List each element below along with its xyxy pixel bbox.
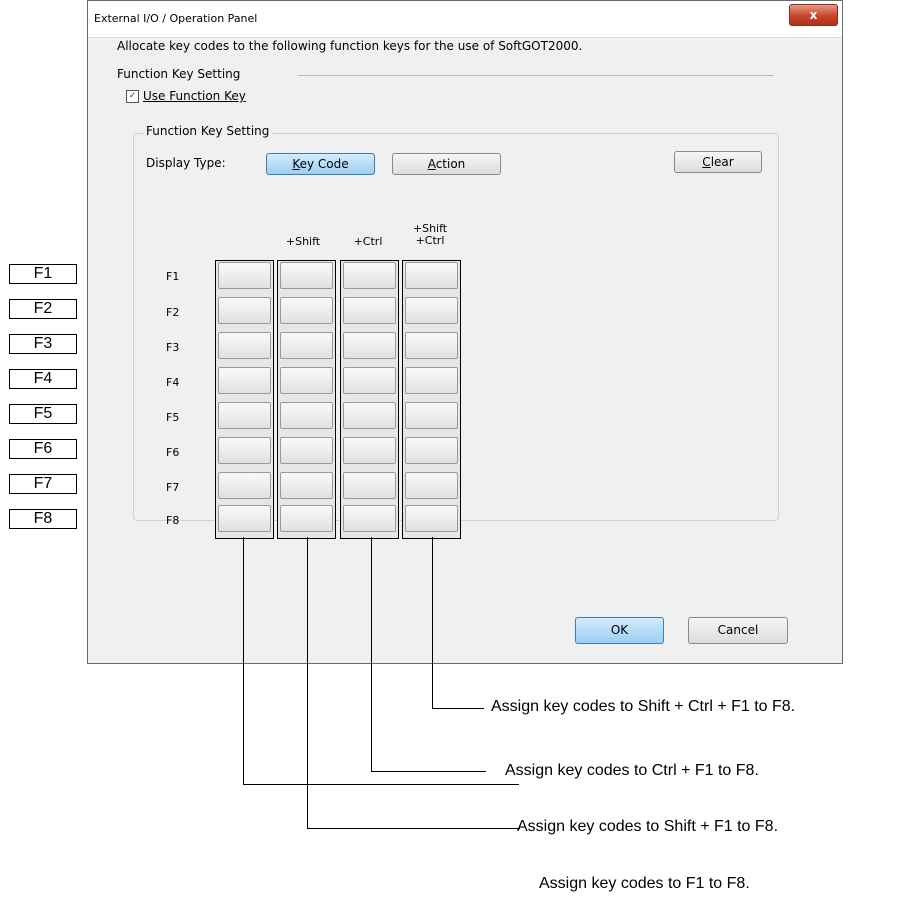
key-button-ctrl-f7[interactable] [343, 472, 396, 499]
row-label-f6: F6 [166, 446, 180, 459]
external-key-f4: F4 [9, 369, 77, 389]
key-button-ctrl-f8[interactable] [343, 505, 396, 532]
key-column-ctrl [340, 260, 399, 539]
callout-line-shift-ctrl-h [432, 708, 484, 709]
key-button-plain-f1[interactable] [218, 262, 271, 289]
key-code-button[interactable]: Key Code [266, 153, 375, 175]
key-column-shift-ctrl [402, 260, 461, 539]
key-column-shift [277, 260, 336, 539]
key-button-shift-f7[interactable] [280, 472, 333, 499]
callout-line-plain-h [243, 784, 519, 785]
key-button-ctrl-f1[interactable] [343, 262, 396, 289]
action-mnemonic: A [427, 157, 436, 171]
key-button-plain-f4[interactable] [218, 367, 271, 394]
ok-button[interactable]: OK [575, 617, 664, 644]
key-button-shift-ctrl-f8[interactable] [405, 505, 458, 532]
key-button-shift-f8[interactable] [280, 505, 333, 532]
clear-label: lear [710, 155, 734, 169]
external-key-f8: F8 [9, 509, 77, 529]
row-label-f7: F7 [166, 481, 180, 494]
row-label-f3: F3 [166, 341, 180, 354]
section-divider [298, 75, 773, 76]
key-button-shift-f3[interactable] [280, 332, 333, 359]
title-bar: External I/O / Operation Panel x [88, 1, 842, 38]
use-function-key-label: Use Function Key [143, 89, 246, 103]
callout-ctrl: Assign key codes to Ctrl + F1 to F8. [505, 762, 759, 779]
row-label-f5: F5 [166, 411, 180, 424]
col-header-shift: +Shift [285, 235, 321, 248]
row-label-f2: F2 [166, 306, 180, 319]
clear-button[interactable]: Clear [674, 151, 762, 173]
callout-line-shift-h [307, 828, 520, 829]
action-label: ction [435, 157, 466, 171]
key-button-shift-ctrl-f2[interactable] [405, 297, 458, 324]
callout-line-ctrl-h [371, 771, 486, 772]
external-key-f7: F7 [9, 474, 77, 494]
key-button-plain-f7[interactable] [218, 472, 271, 499]
instruction-text: Allocate key codes to the following func… [117, 39, 583, 53]
clear-mnemonic: C [702, 155, 711, 169]
key-button-plain-f5[interactable] [218, 402, 271, 429]
key-button-shift-ctrl-f5[interactable] [405, 402, 458, 429]
row-label-f1: F1 [166, 270, 180, 283]
key-button-ctrl-f4[interactable] [343, 367, 396, 394]
key-button-shift-ctrl-f4[interactable] [405, 367, 458, 394]
external-key-f5: F5 [9, 404, 77, 424]
group-label: Function Key Setting [143, 124, 273, 138]
external-io-dialog: External I/O / Operation Panel x Allocat… [87, 0, 843, 664]
action-button[interactable]: Action [392, 153, 501, 175]
checkbox-check-icon[interactable]: ✓ [126, 89, 139, 103]
external-key-f6: F6 [9, 439, 77, 459]
key-button-ctrl-f2[interactable] [343, 297, 396, 324]
close-button[interactable]: x [789, 4, 838, 26]
key-button-shift-f1[interactable] [280, 262, 333, 289]
key-button-shift-ctrl-f6[interactable] [405, 437, 458, 464]
key-button-shift-f6[interactable] [280, 437, 333, 464]
external-key-f3: F3 [9, 334, 77, 354]
display-type-label: Display Type: [146, 156, 226, 170]
section-label: Function Key Setting [117, 67, 241, 81]
row-label-f4: F4 [166, 376, 180, 389]
key-button-shift-ctrl-f1[interactable] [405, 262, 458, 289]
callout-shift: Assign key codes to Shift + F1 to F8. [517, 818, 779, 835]
key-column-plain [215, 260, 274, 539]
callout-line-plain-v [243, 537, 244, 784]
key-button-shift-ctrl-f3[interactable] [405, 332, 458, 359]
callout-shift-ctrl: Assign key codes to Shift + Ctrl + F1 to… [491, 698, 796, 715]
cancel-button[interactable]: Cancel [688, 617, 788, 644]
callout-line-ctrl-v [371, 537, 372, 771]
key-button-shift-ctrl-f7[interactable] [405, 472, 458, 499]
callout-line-shift-ctrl-v [432, 537, 433, 708]
col-header-shift-ctrl: +Shift +Ctrl [412, 222, 448, 247]
col-header-ctrl: +Ctrl [353, 235, 383, 248]
key-button-plain-f6[interactable] [218, 437, 271, 464]
key-button-plain-f3[interactable] [218, 332, 271, 359]
callout-plain: Assign key codes to F1 to F8. [539, 875, 750, 892]
external-key-f2: F2 [9, 299, 77, 319]
key-button-plain-f8[interactable] [218, 505, 271, 532]
key-button-shift-f5[interactable] [280, 402, 333, 429]
key-code-label: ey Code [299, 157, 349, 171]
use-function-key-checkbox[interactable]: ✓ Use Function Key [126, 89, 246, 103]
key-button-ctrl-f3[interactable] [343, 332, 396, 359]
dialog-title: External I/O / Operation Panel [94, 12, 258, 25]
close-icon: x [809, 8, 818, 22]
key-button-shift-f2[interactable] [280, 297, 333, 324]
external-key-f1: F1 [9, 264, 77, 284]
key-code-mnemonic: K [292, 157, 300, 171]
key-button-shift-f4[interactable] [280, 367, 333, 394]
callout-line-shift-v [307, 537, 308, 828]
key-button-plain-f2[interactable] [218, 297, 271, 324]
key-button-ctrl-f5[interactable] [343, 402, 396, 429]
row-label-f8: F8 [166, 514, 180, 527]
key-button-ctrl-f6[interactable] [343, 437, 396, 464]
